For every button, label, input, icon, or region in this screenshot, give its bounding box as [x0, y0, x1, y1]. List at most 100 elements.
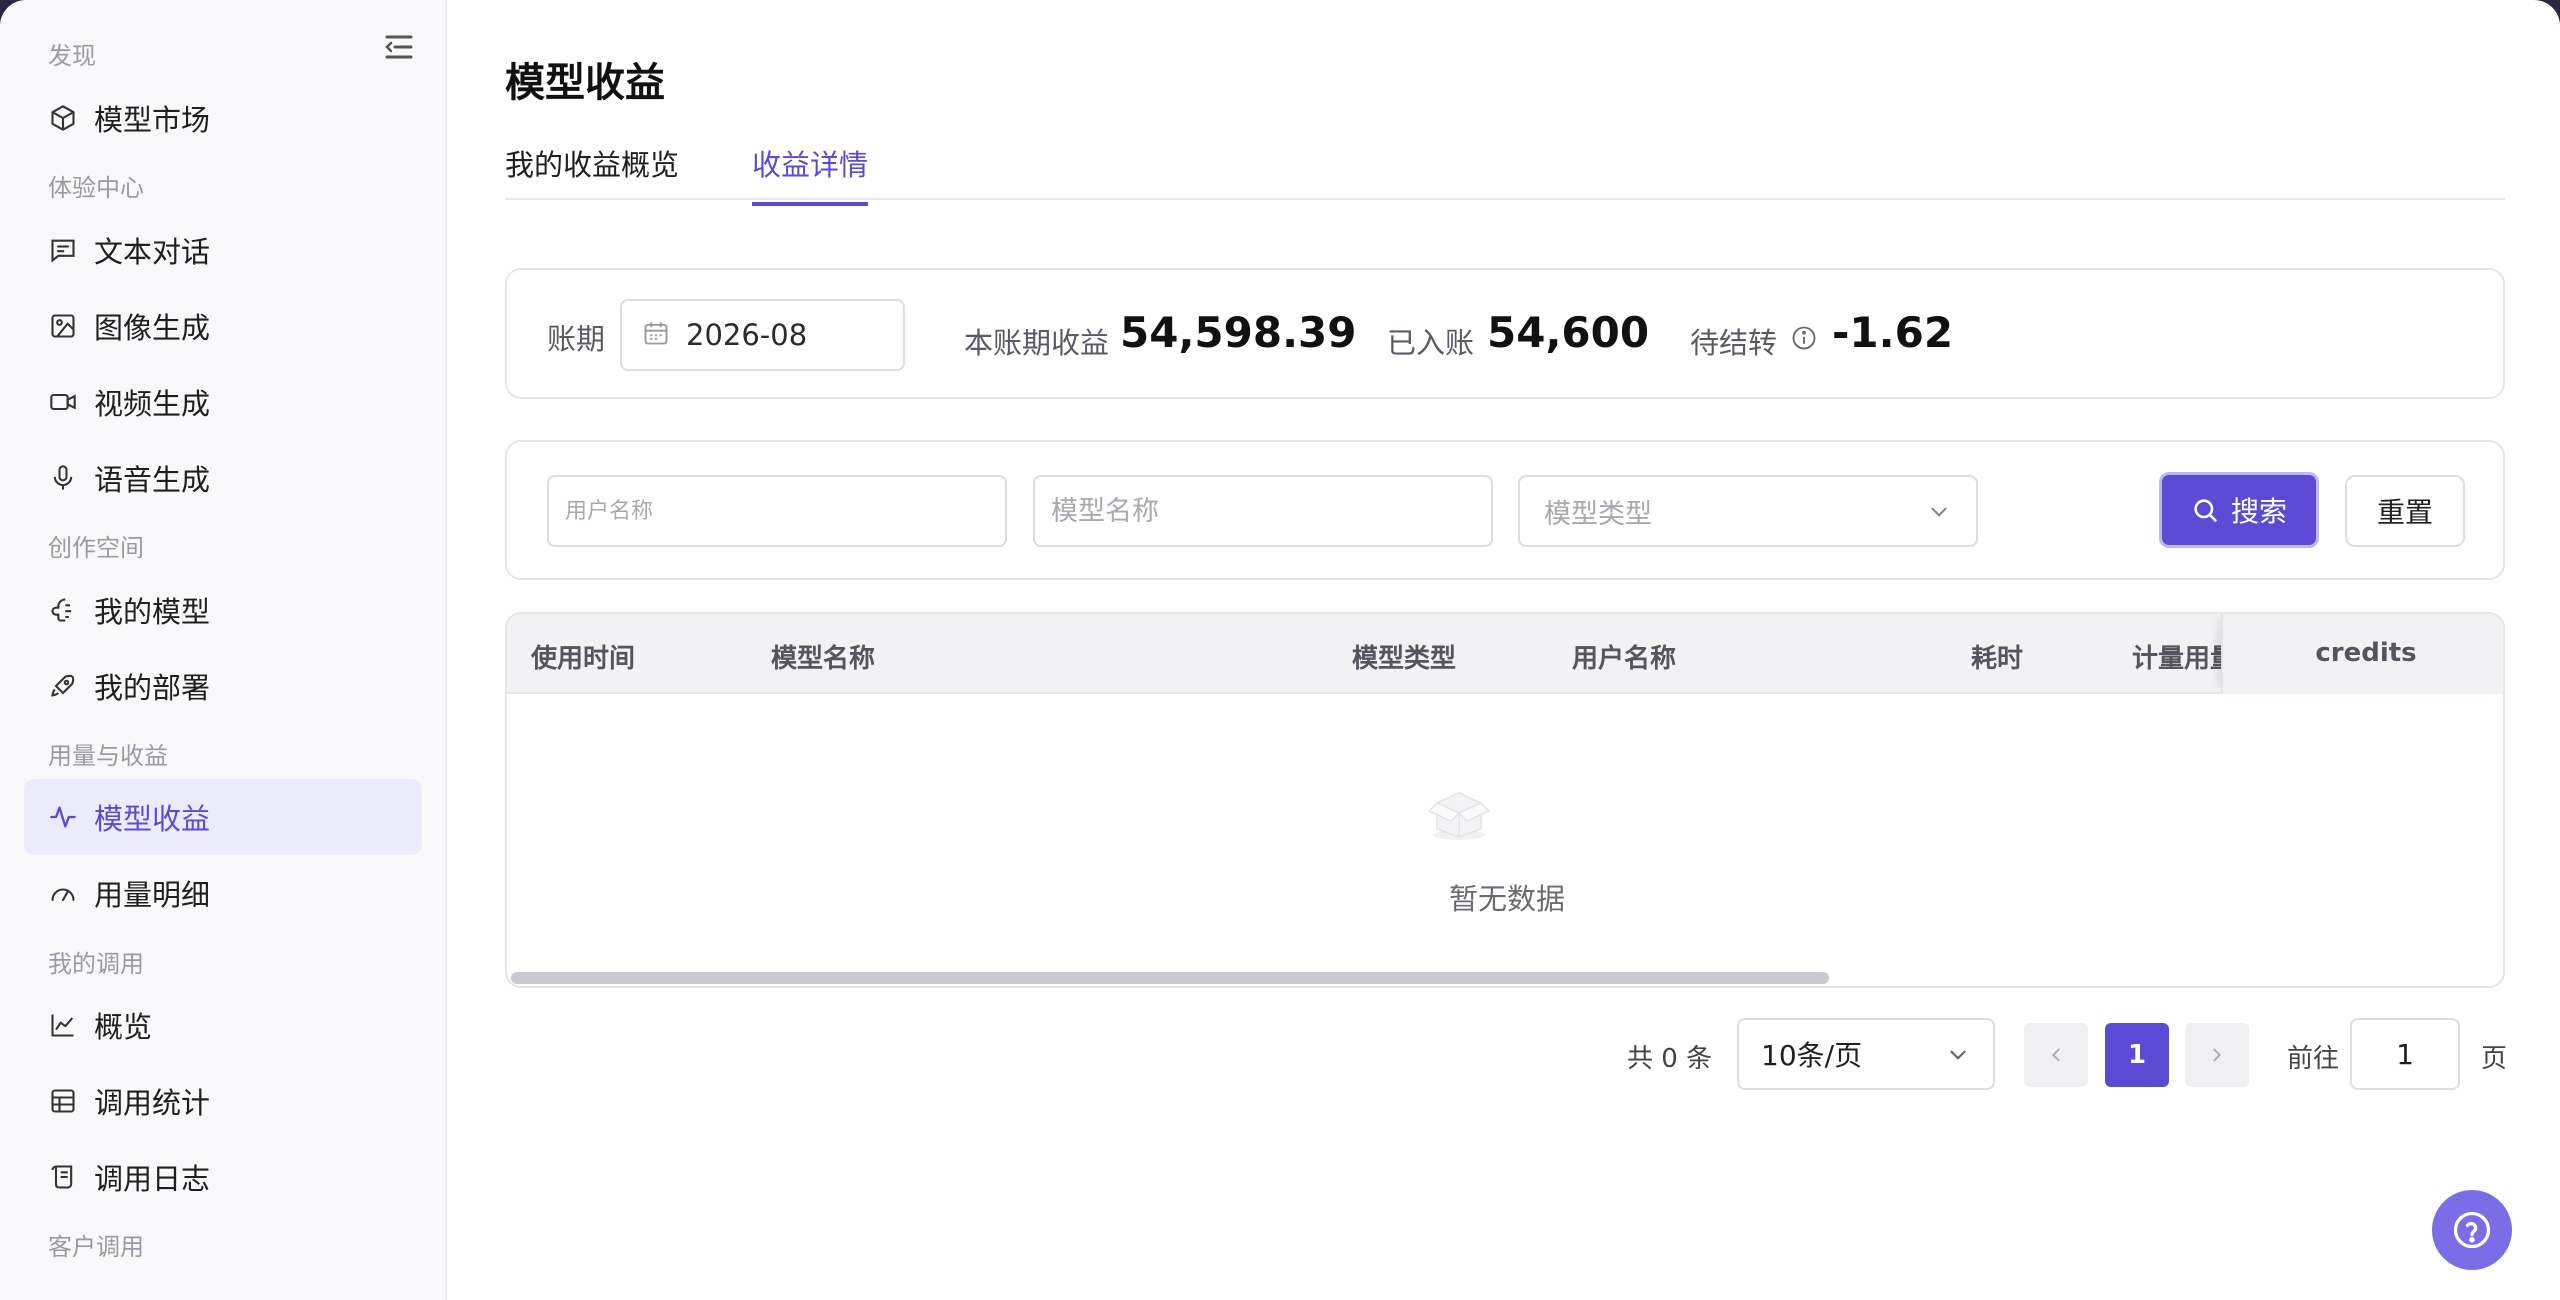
sidebar-item-usage-detail[interactable]: 用量明细 [24, 855, 422, 931]
prev-page-button[interactable] [2024, 1023, 2088, 1087]
col-duration: 耗时 [1971, 644, 2024, 674]
sidebar-item-my-deployments[interactable]: 我的部署 [24, 648, 422, 724]
chevron-down-icon [1926, 499, 1952, 529]
pending-label: 待结转 [1690, 326, 1778, 360]
empty-text: 暂无数据 [1448, 882, 1565, 916]
search-icon [2191, 496, 2219, 524]
sidebar-item-label: 用量明细 [94, 878, 211, 912]
current-income-value: 54,598.39 [1120, 308, 1357, 357]
filter-card: 模型类型 搜索 重置 [505, 440, 2505, 580]
period-picker[interactable]: 2026-08 [620, 299, 905, 371]
sidebar: 发现 模型市场 体验中心 文本对话 图像生成 视频生成 语音生成 创作空间 我的… [0, 0, 447, 1300]
sidebar-item-label: 模型收益 [94, 802, 211, 836]
table-header: 使用时间 模型名称 模型类型 用户名称 耗时 计量用量 credits [507, 614, 2503, 694]
calendar-icon [642, 319, 670, 351]
sidebar-item-label: 视频生成 [94, 387, 211, 421]
model-type-select[interactable]: 模型类型 [1518, 475, 1978, 547]
current-income-label: 本账期收益 [964, 326, 1110, 360]
section-usage: 用量与收益 [48, 742, 168, 770]
horizontal-scrollbar[interactable] [511, 972, 1829, 984]
microphone-icon [48, 463, 78, 493]
sidebar-item-voice-gen[interactable]: 语音生成 [24, 440, 422, 516]
income-table: 使用时间 模型名称 模型类型 用户名称 耗时 计量用量 credits 暂无数据 [505, 612, 2505, 988]
sidebar-item-label: 调用统计 [94, 1086, 211, 1120]
window-corner-right [2530, 0, 2560, 30]
goto-page-input[interactable] [2350, 1018, 2460, 1090]
sidebar-item-call-stats[interactable]: 调用统计 [24, 1063, 422, 1139]
pulse-icon [48, 802, 78, 832]
help-button[interactable] [2432, 1190, 2512, 1270]
sidebar-item-video-gen[interactable]: 视频生成 [24, 364, 422, 440]
empty-box-icon [1427, 779, 1491, 847]
period-label: 账期 [547, 322, 606, 356]
line-chart-icon [48, 1010, 78, 1040]
col-metered-usage: 计量用量 [2132, 644, 2227, 674]
sidebar-item-label: 图像生成 [94, 311, 211, 345]
next-page-button[interactable] [2185, 1023, 2249, 1087]
page-title: 模型收益 [505, 60, 665, 106]
tab-income-details[interactable]: 收益详情 [752, 142, 869, 206]
chat-icon [48, 235, 78, 265]
chevron-down-icon [1945, 1042, 1971, 1072]
sidebar-item-label: 概览 [94, 1010, 153, 1044]
search-button-label: 搜索 [2230, 495, 2287, 528]
page-button-current[interactable]: 1 [2105, 1023, 2169, 1087]
main-content: 模型收益 我的收益概览 收益详情 账期 2026-08 本账期收益 54,598… [505, 0, 2508, 1300]
image-icon [48, 311, 78, 341]
col-credits: credits [2315, 638, 2417, 668]
col-usage-time: 使用时间 [531, 644, 636, 674]
section-customer-calls: 客户调用 [48, 1233, 144, 1261]
model-name-input[interactable] [1033, 475, 1493, 547]
chevron-right-icon [2213, 1048, 2222, 1062]
app: 发现 模型市场 体验中心 文本对话 图像生成 视频生成 语音生成 创作空间 我的… [0, 0, 2560, 1300]
chevron-left-icon [2051, 1048, 2060, 1062]
question-icon [2453, 1211, 2491, 1249]
scroll-icon [48, 1162, 78, 1192]
settled-label: 已入账 [1387, 326, 1475, 360]
section-experience: 体验中心 [48, 174, 144, 202]
tab-income-overview[interactable]: 我的收益概览 [505, 142, 679, 202]
sidebar-item-model-income[interactable]: 模型收益 [24, 779, 422, 855]
sidebar-item-overview[interactable]: 概览 [24, 987, 422, 1063]
sidebar-item-label: 我的部署 [94, 671, 211, 705]
col-user-name: 用户名称 [1572, 644, 1677, 674]
sidebar-item-model-market[interactable]: 模型市场 [24, 80, 422, 156]
gauge-icon [48, 878, 78, 908]
sidebar-item-image-gen[interactable]: 图像生成 [24, 288, 422, 364]
sidebar-item-label: 语音生成 [94, 463, 211, 497]
sidebar-item-label: 模型市场 [94, 103, 211, 137]
search-button[interactable]: 搜索 [2159, 472, 2319, 548]
income-summary-card: 账期 2026-08 本账期收益 54,598.39 已入账 54,600 待结… [505, 268, 2505, 399]
brain-icon [48, 595, 78, 625]
rocket-icon [48, 671, 78, 701]
model-type-placeholder: 模型类型 [1544, 498, 1652, 530]
pagination: 共 0 条 10条/页 1 前往 页 [505, 1018, 2508, 1090]
page-size-value: 10条/页 [1761, 1039, 1863, 1072]
sidebar-item-my-models[interactable]: 我的模型 [24, 572, 422, 648]
sidebar-item-call-log[interactable]: 调用日志 [24, 1139, 422, 1215]
window-corner-left [0, 0, 30, 30]
col-model-name: 模型名称 [771, 644, 876, 674]
sidebar-item-label: 文本对话 [94, 235, 211, 269]
tab-bar: 我的收益概览 收益详情 [505, 138, 2505, 206]
goto-label: 前往 [2287, 1044, 2340, 1074]
cube-icon [48, 103, 78, 133]
sidebar-item-label: 我的模型 [94, 595, 211, 629]
sidebar-item-label: 调用日志 [94, 1162, 211, 1196]
section-discover: 发现 [48, 42, 96, 70]
table-icon [48, 1086, 78, 1116]
sidebar-item-text-chat[interactable]: 文本对话 [24, 212, 422, 288]
info-icon[interactable] [1790, 324, 1818, 356]
pending-value: -1.62 [1832, 308, 1954, 357]
user-name-input[interactable] [547, 475, 1007, 547]
page-size-select[interactable]: 10条/页 [1737, 1018, 1995, 1090]
reset-button[interactable]: 重置 [2345, 475, 2465, 547]
collapse-menu-icon[interactable] [383, 33, 415, 61]
col-model-type: 模型类型 [1352, 644, 1457, 674]
page-suffix: 页 [2481, 1044, 2508, 1074]
settled-value: 54,600 [1487, 308, 1650, 357]
period-value: 2026-08 [686, 318, 808, 352]
section-creation: 创作空间 [48, 534, 144, 562]
video-icon [48, 387, 78, 417]
section-my-calls: 我的调用 [48, 950, 144, 978]
